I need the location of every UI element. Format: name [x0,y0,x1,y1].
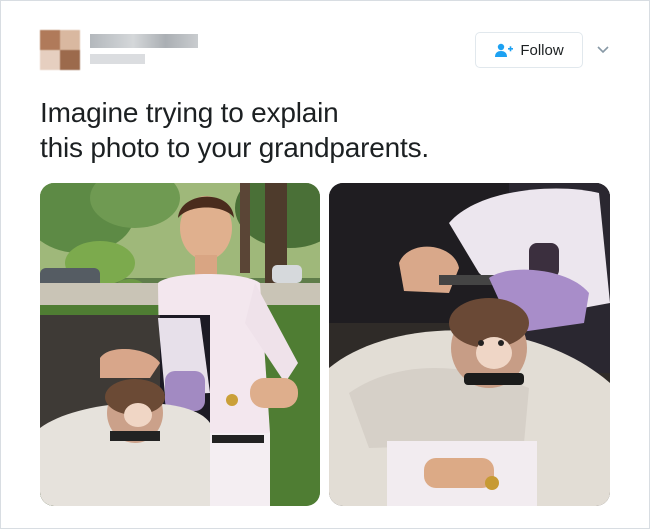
follow-button[interactable]: Follow [475,32,583,68]
tweet-photo-1[interactable] [40,183,320,506]
author-name-blurred[interactable] [90,34,198,48]
tweet-text-line: Imagine trying to explain [40,97,339,128]
tweet-text: Imagine trying to explain this photo to … [40,95,620,165]
author-handle-blurred [90,54,145,64]
chevron-down-icon[interactable] [596,42,610,56]
tweet-text-line: this photo to your grandparents. [40,132,429,163]
avatar[interactable] [40,30,80,70]
tweet-photo-2[interactable] [329,183,610,506]
follow-label: Follow [520,41,564,59]
person-add-icon [494,42,514,58]
